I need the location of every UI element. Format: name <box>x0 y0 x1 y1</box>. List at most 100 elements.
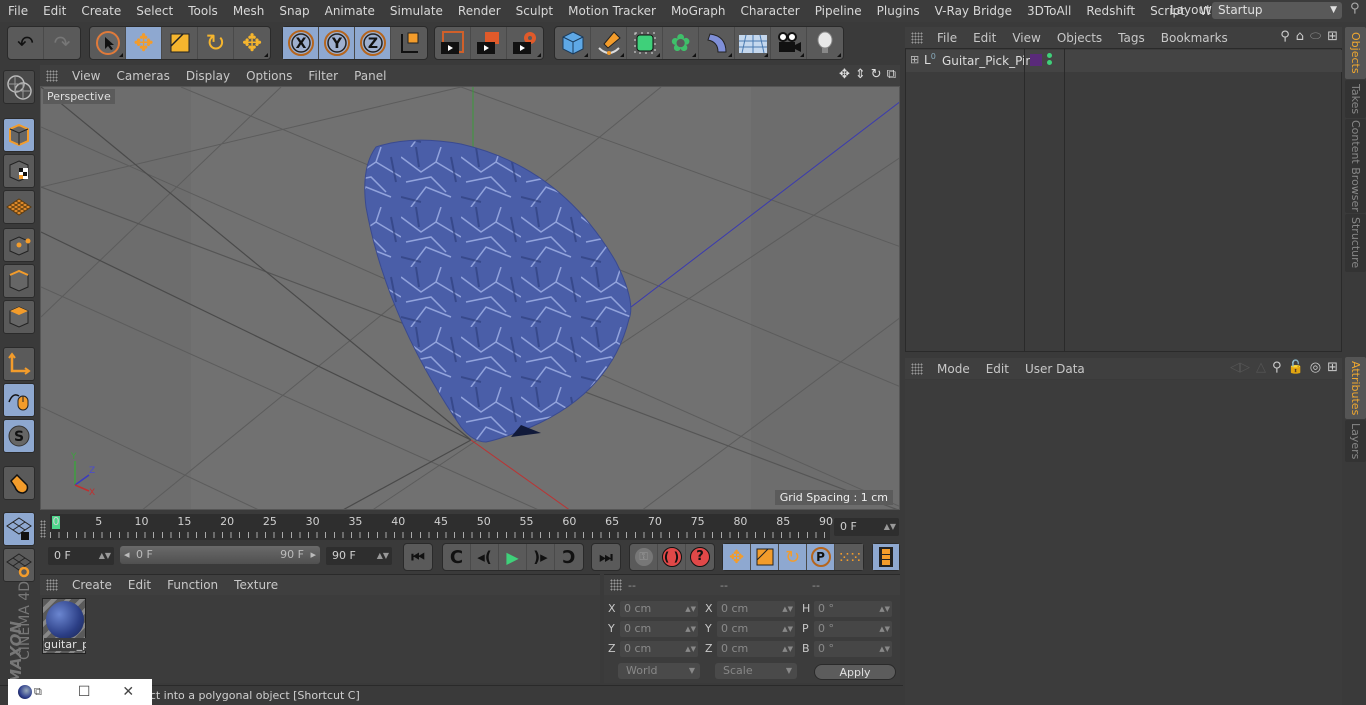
coordinate-mode-select[interactable]: World ▼ <box>618 663 700 679</box>
size-x-field[interactable]: 0 cm ▲▼ <box>717 601 795 617</box>
pen-spline-button[interactable] <box>591 27 627 59</box>
tab-layers[interactable]: Layers <box>1345 420 1366 462</box>
viewport-menu-view[interactable]: View <box>64 69 108 83</box>
solo-mode-button[interactable]: S <box>3 419 35 453</box>
menu-tools[interactable]: Tools <box>180 4 225 18</box>
range-right-arrow[interactable]: ▸ <box>310 546 316 564</box>
viewport-menu-filter[interactable]: Filter <box>300 69 346 83</box>
autokeying-button[interactable]: ( ) <box>658 544 686 570</box>
minimized-window[interactable]: ⧉ ☐ ✕ <box>8 679 152 705</box>
next-frame-button[interactable]: )▸ <box>527 544 555 570</box>
menu-plugins[interactable]: Plugins <box>869 4 927 18</box>
cloner-button[interactable]: ✿ <box>663 27 699 59</box>
transform-mode-select[interactable]: Scale ▼ <box>715 663 797 679</box>
maximize-view-icon[interactable]: ⧉ <box>887 67 896 82</box>
axis-mode-button[interactable] <box>3 347 35 381</box>
range-left-arrow[interactable]: ◂ <box>124 546 130 564</box>
pos-z-field[interactable]: 0 cm ▲▼ <box>620 641 698 657</box>
panel-grip-icon[interactable] <box>46 579 58 591</box>
align-workplane-button[interactable] <box>3 548 35 582</box>
key-position-button[interactable]: ✥ <box>723 544 751 570</box>
pan-icon[interactable]: ✥ <box>839 67 850 82</box>
rotate-tool-button[interactable]: ↻ <box>198 27 234 59</box>
apply-button[interactable]: Apply <box>814 664 896 680</box>
menu-snap[interactable]: Snap <box>271 4 316 18</box>
maximize-icon[interactable]: ☐ <box>78 684 91 700</box>
key-pla-button[interactable]: ⁙⁙ <box>835 544 863 570</box>
menu-edit[interactable]: Edit <box>35 4 73 18</box>
material-swatch[interactable]: guitar_p <box>42 598 86 654</box>
render-visibility-dot[interactable] <box>1047 60 1052 65</box>
menu-simulate[interactable]: Simulate <box>382 4 450 18</box>
viewport-menu-cameras[interactable]: Cameras <box>108 69 177 83</box>
lock-icon[interactable]: 🔓 <box>1288 360 1304 375</box>
go-to-end-button[interactable]: ⏭ <box>592 544 620 570</box>
rot-b-field[interactable]: 0 ° ▲▼ <box>814 641 892 657</box>
undo-button[interactable]: ↶ <box>8 27 44 59</box>
material-menu-edit[interactable]: Edit <box>120 578 159 592</box>
viewport-menu-display[interactable]: Display <box>178 69 238 83</box>
rot-p-field[interactable]: 0 ° ▲▼ <box>814 621 892 637</box>
polygons-mode-button[interactable] <box>3 300 35 334</box>
bend-deformer-button[interactable] <box>699 27 735 59</box>
material-menu-function[interactable]: Function <box>159 578 226 592</box>
material-menu-create[interactable]: Create <box>64 578 120 592</box>
key-scale-button[interactable] <box>751 544 779 570</box>
attribute-menu-mode[interactable]: Mode <box>929 362 978 376</box>
record-active-objects-button[interactable]: ⚿ <box>630 544 658 570</box>
new-panel-icon[interactable]: ⊞ <box>1327 360 1338 375</box>
key-rotation-button[interactable]: ↻ <box>779 544 807 570</box>
tweak-mode-button[interactable] <box>3 383 35 417</box>
menu-3dtoall[interactable]: 3DToAll <box>1019 4 1078 18</box>
lock-workplane-button[interactable] <box>3 512 35 546</box>
previous-frame-button[interactable]: ◂( <box>471 544 499 570</box>
restore-icon[interactable]: ⧉ <box>34 685 42 699</box>
go-to-start-button[interactable]: ⏮ <box>404 544 432 570</box>
frame-range-slider[interactable]: ◂ 0 F 90 F ▸ <box>120 546 320 564</box>
new-panel-icon[interactable]: ⊞ <box>1327 29 1338 44</box>
viewport-menu-panel[interactable]: Panel <box>346 69 394 83</box>
panel-grip-icon[interactable] <box>911 31 923 44</box>
size-z-field[interactable]: 0 cm ▲▼ <box>717 641 795 657</box>
menu-mograph[interactable]: MoGraph <box>663 4 733 18</box>
points-mode-button[interactable] <box>3 228 35 262</box>
object-row[interactable]: ⊞ L0 Guitar_Pick_Pin <box>906 50 1342 72</box>
layout-select[interactable]: Startup ▼ <box>1212 2 1342 19</box>
menu-file[interactable]: File <box>0 4 35 18</box>
column-divider[interactable] <box>1064 49 1065 351</box>
tab-attributes[interactable]: Attributes <box>1345 357 1366 419</box>
menu-redshift[interactable]: Redshift <box>1078 4 1142 18</box>
object-menu-view[interactable]: View <box>1004 31 1048 45</box>
dolly-icon[interactable]: ⇕ <box>855 67 866 82</box>
object-menu-file[interactable]: File <box>929 31 965 45</box>
orbit-icon[interactable]: ↻ <box>871 67 882 82</box>
home-icon[interactable]: ⌂ <box>1296 29 1304 44</box>
edges-mode-button[interactable] <box>3 264 35 298</box>
attribute-menu-user-data[interactable]: User Data <box>1017 362 1093 376</box>
pos-x-field[interactable]: 0 cm ▲▼ <box>620 601 698 617</box>
menu-create[interactable]: Create <box>73 4 128 18</box>
object-name[interactable]: Guitar_Pick_Pin <box>942 54 1033 68</box>
menu-vray-bridge[interactable]: V-Ray Bridge <box>927 4 1019 18</box>
frame-ruler[interactable]: 0 5 10 15 20 25 30 35 40 45 50 55 60 65 70 75 80 85 90 <box>50 514 833 540</box>
size-y-field[interactable]: 0 cm ▲▼ <box>717 621 795 637</box>
tab-takes[interactable]: Takes <box>1345 80 1366 118</box>
menu-animate[interactable]: Animate <box>317 4 382 18</box>
coordinate-system-button[interactable] <box>391 27 427 59</box>
viewport-menu-options[interactable]: Options <box>238 69 300 83</box>
end-frame-field[interactable]: 90 F ▲▼ <box>326 547 392 565</box>
camera-button[interactable] <box>771 27 807 59</box>
render-to-picture-viewer-button[interactable] <box>471 27 507 59</box>
target-icon[interactable]: ◎ <box>1310 360 1321 375</box>
up-arrow-icon[interactable]: △ <box>1256 360 1266 375</box>
render-settings-button[interactable] <box>507 27 543 59</box>
y-axis-button[interactable]: Y <box>319 27 355 59</box>
object-menu-bookmarks[interactable]: Bookmarks <box>1153 31 1236 45</box>
tab-structure[interactable]: Structure <box>1345 214 1366 272</box>
z-axis-button[interactable]: Z <box>355 27 391 59</box>
subdivision-surface-button[interactable] <box>627 27 663 59</box>
keyframe-selection-button[interactable]: ? <box>686 544 714 570</box>
snap-button[interactable] <box>3 466 35 500</box>
light-button[interactable] <box>807 27 843 59</box>
menu-sculpt[interactable]: Sculpt <box>508 4 560 18</box>
